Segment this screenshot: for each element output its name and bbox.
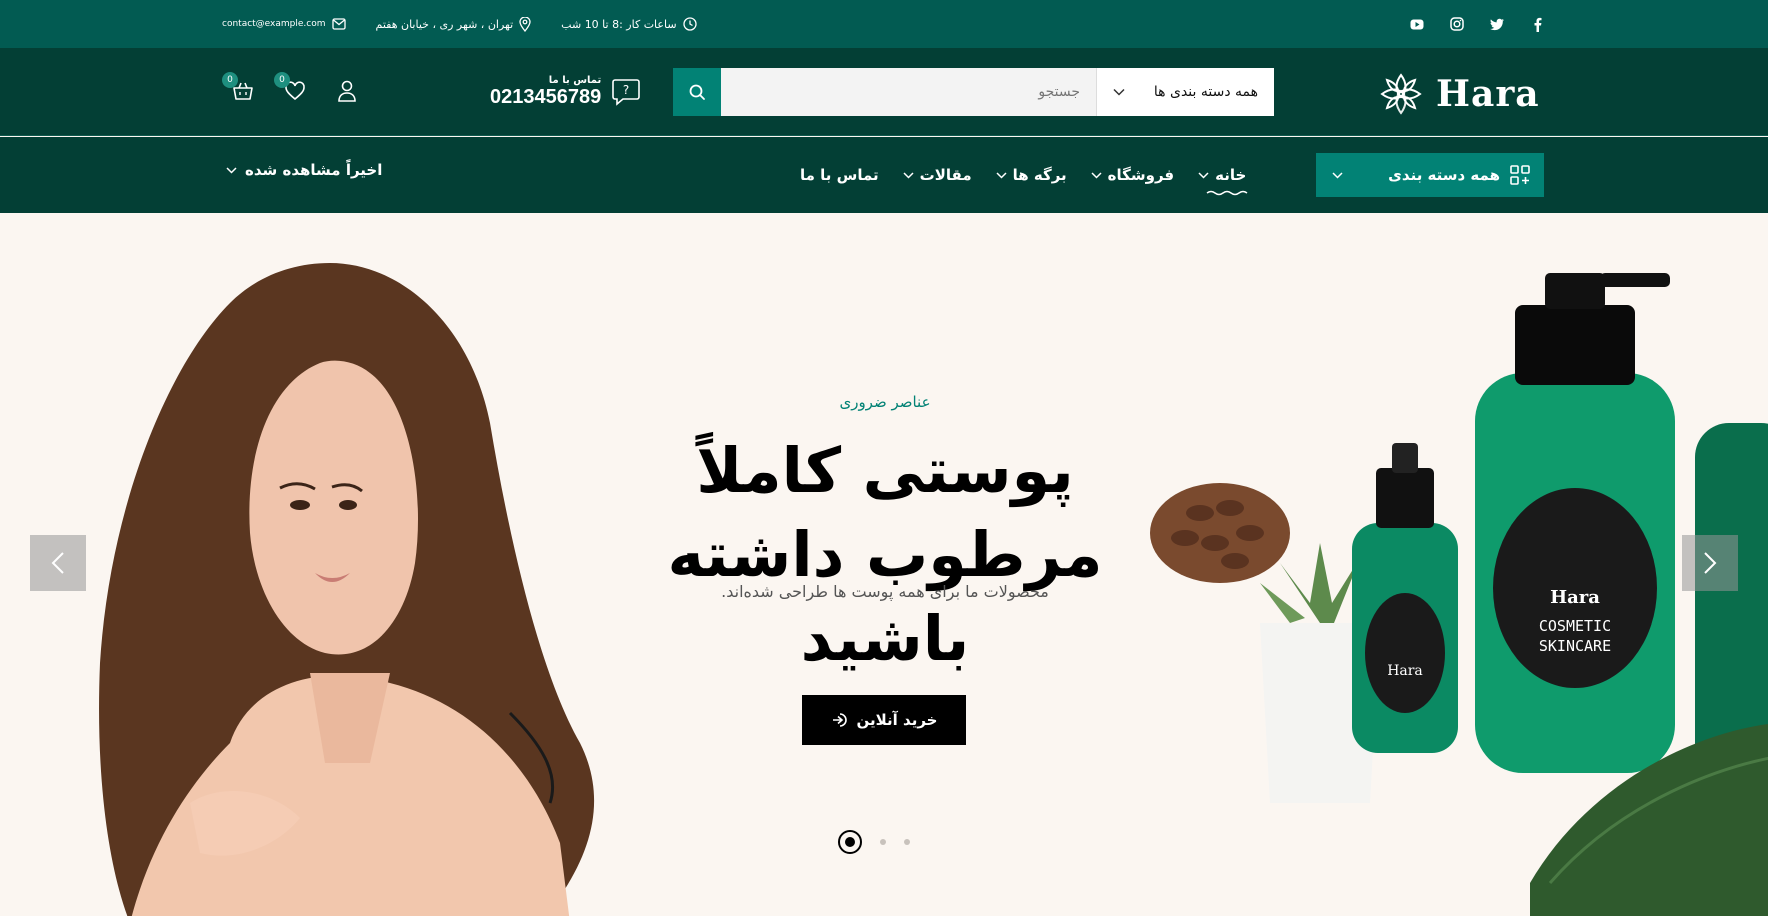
phone-number[interactable]: 0213456789 (490, 86, 601, 109)
main-nav: اخیراً مشاهده شده تماس با ما مقالات برگه… (0, 137, 1768, 213)
youtube-icon[interactable] (1408, 15, 1426, 33)
slider-next-button[interactable] (1682, 535, 1738, 591)
top-bar: contact@example.com تهران ، شهر ری ، خیا… (0, 0, 1768, 48)
all-categories-label: همه دسته بندی (1388, 166, 1500, 184)
chevron-down-icon (1332, 171, 1343, 179)
search-icon (689, 84, 705, 100)
header-actions: 0 0 (222, 70, 362, 112)
clock-icon (682, 17, 697, 31)
main-header: 0 0 تماس با ما 0213456789 ? همه دسته بند… (0, 48, 1768, 136)
search-bar: همه دسته بندی ها (673, 68, 1274, 116)
recently-viewed-label: اخیراً مشاهده شده (245, 161, 383, 179)
chevron-down-icon (996, 171, 1007, 179)
slider-dot-2[interactable] (880, 839, 886, 845)
menu-item-articles[interactable]: مقالات (903, 166, 972, 184)
slider-dot-3[interactable] (904, 839, 910, 845)
svg-text:?: ? (623, 83, 629, 97)
chevron-right-icon (1704, 552, 1717, 574)
hero-slider: Hara Hara COSMETIC SKINCARE عناصر ضروری … (0, 213, 1768, 916)
menu-item-pages[interactable]: برگه ها (996, 166, 1067, 184)
contact-block[interactable]: تماس با ما 0213456789 ? (490, 68, 641, 116)
location-pin-icon (519, 16, 531, 32)
recently-viewed-dropdown[interactable]: اخیراً مشاهده شده (226, 161, 382, 179)
grid-plus-icon (1510, 165, 1530, 185)
account-button[interactable] (332, 76, 362, 106)
chat-question-icon: ? (612, 79, 641, 106)
search-button[interactable] (673, 68, 721, 116)
address-info: تهران ، شهر ری ، خیابان هفتم (375, 16, 532, 32)
twitter-icon[interactable] (1488, 15, 1506, 33)
big-bottle-brand: Hara (1550, 587, 1600, 608)
facebook-icon[interactable] (1528, 15, 1546, 33)
category-select[interactable]: همه دسته بندی ها (1096, 68, 1274, 116)
menu-item-shop[interactable]: فروشگاه (1091, 166, 1174, 184)
hero-title: پوستی کاملاً مرطوب داشته باشید (667, 434, 1103, 675)
contact-label: تماس با ما (548, 75, 602, 86)
active-underline-wave (1206, 190, 1248, 196)
chevron-down-icon (903, 171, 914, 179)
menu-item-contact[interactable]: تماس با ما (800, 166, 879, 184)
wishlist-count-badge: 0 (274, 72, 290, 88)
big-bottle-line2: SKINCARE (1539, 637, 1611, 655)
shop-online-button[interactable]: خرید آنلاین (802, 695, 966, 745)
search-input[interactable] (721, 68, 1096, 116)
all-categories-button[interactable]: همه دسته بندی (1316, 153, 1544, 197)
lotus-logo-icon (1380, 73, 1422, 115)
menu-item-label: فروشگاه (1107, 166, 1175, 184)
chevron-down-icon (226, 166, 237, 174)
logo-text[interactable]: Hara (1436, 73, 1540, 115)
chevron-down-icon (1198, 171, 1209, 179)
chevron-down-icon (1113, 88, 1125, 96)
shop-online-label: خرید آنلاین (856, 711, 938, 729)
email-text[interactable]: contact@example.com (222, 19, 326, 29)
site-logo[interactable]: Hara (1374, 66, 1540, 122)
login-arrow-icon (832, 713, 847, 727)
address-text: تهران ، شهر ری ، خیابان هفتم (375, 17, 514, 31)
slider-pagination (838, 830, 910, 854)
chevron-down-icon (1091, 171, 1102, 179)
wishlist-button[interactable]: 0 (274, 72, 310, 106)
menu-item-home[interactable]: خانه (1198, 166, 1248, 196)
slider-dot-1[interactable] (838, 830, 862, 854)
category-select-label: همه دسته بندی ها (1153, 84, 1258, 100)
small-bottle-brand: Hara (1387, 663, 1423, 679)
mail-icon (331, 18, 346, 30)
big-bottle-line1: COSMETIC (1539, 617, 1611, 635)
hours-text: ساعات کار :8 تا 10 شب (561, 17, 677, 31)
chevron-left-icon (51, 552, 64, 574)
hero-subtitle: محصولات ما برای همه پوست ها طراحی شده‌ان… (721, 582, 1049, 601)
hours-info: ساعات کار :8 تا 10 شب (561, 17, 697, 31)
menu-item-label: برگه ها (1012, 166, 1067, 184)
user-icon (338, 80, 356, 102)
cart-button[interactable]: 0 (222, 72, 258, 106)
hero-products-image: Hara Hara COSMETIC SKINCARE (1150, 273, 1768, 916)
menu-item-label: مقالات (919, 166, 972, 184)
cart-count-badge: 0 (222, 72, 238, 88)
instagram-icon[interactable] (1448, 15, 1466, 33)
hero-model-image (99, 263, 595, 916)
menu-item-label: خانه (1215, 166, 1247, 184)
menu-list: تماس با ما مقالات برگه ها فروشگاه خانه (800, 137, 1248, 213)
hero-content: عناصر ضروری پوستی کاملاً مرطوب داشته باش… (640, 393, 1130, 745)
hero-eyebrow: عناصر ضروری (839, 393, 931, 411)
email-info[interactable]: contact@example.com (222, 18, 346, 30)
menu-item-label: تماس با ما (800, 166, 879, 184)
slider-prev-button[interactable] (30, 535, 86, 591)
